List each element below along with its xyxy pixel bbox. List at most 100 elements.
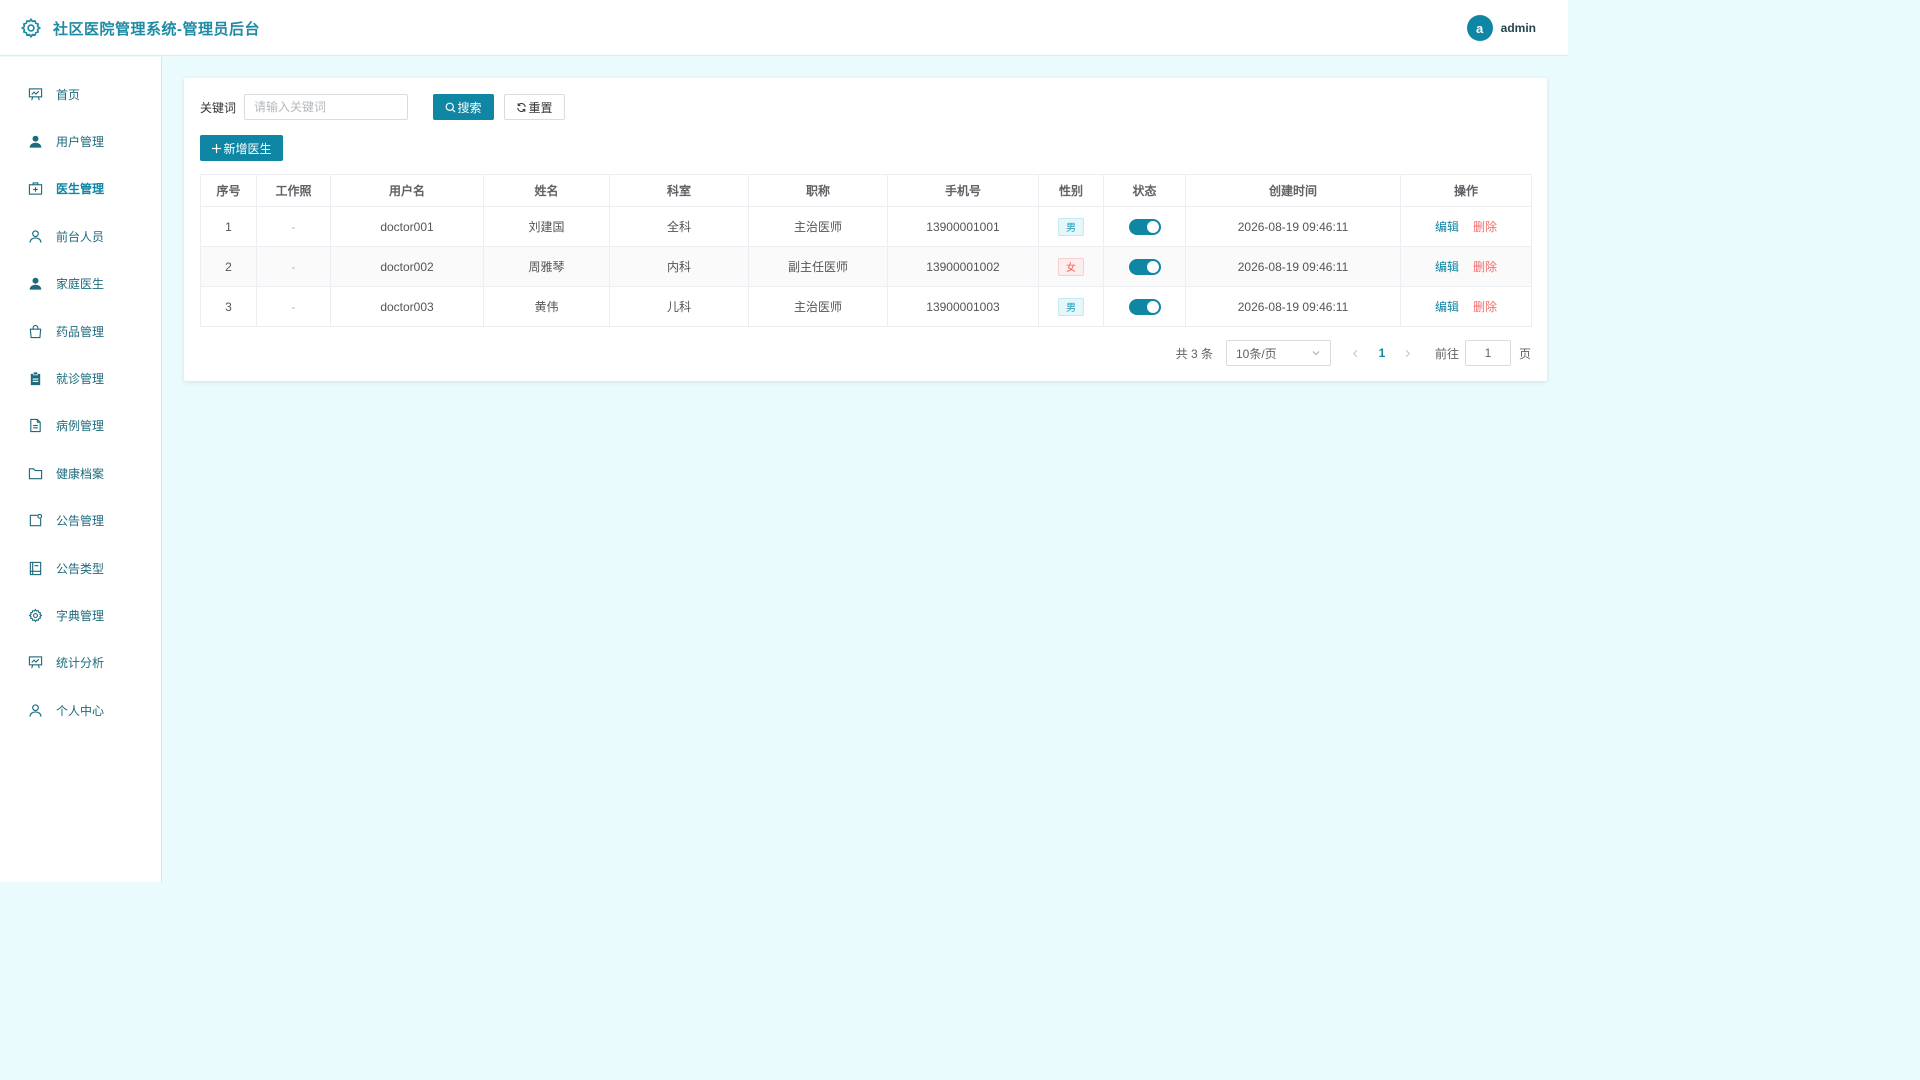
keyword-label: 关键词 — [200, 100, 237, 115]
cell-created-time: 2026-08-19 09:46:11 — [1185, 286, 1401, 327]
sidebar-item-12[interactable]: 统计分析 — [0, 643, 162, 683]
column-header: 姓名 — [483, 174, 610, 207]
sidebar-item-0[interactable]: 首页 — [0, 74, 162, 114]
cell-photo: - — [256, 286, 331, 327]
sidebar-item-10[interactable]: 公告类型 — [0, 548, 162, 588]
sidebar-item-label: 病例管理 — [56, 419, 105, 434]
sidebar-item-5[interactable]: 药品管理 — [0, 311, 162, 351]
prev-page-button[interactable] — [1343, 340, 1369, 366]
delete-link[interactable]: 删除 — [1473, 300, 1497, 314]
keyword-input[interactable] — [244, 94, 408, 120]
sidebar-item-1[interactable]: 用户管理 — [0, 121, 162, 161]
app-title: 社区医院管理系统-管理员后台 — [53, 21, 260, 38]
sidebar-item-3[interactable]: 前台人员 — [0, 216, 162, 256]
sidebar-item-label: 用户管理 — [56, 134, 105, 149]
table-row: 1 - doctor001 刘建国 全科 主治医师 13900001001 男 2026-08-… — [200, 206, 1532, 247]
cell-index: 1 — [200, 206, 257, 247]
status-toggle[interactable] — [1128, 298, 1161, 315]
presentation-icon — [28, 87, 43, 102]
cell-status — [1103, 286, 1186, 327]
sidebar-item-label: 公告管理 — [56, 514, 105, 529]
sidebar-item-2[interactable]: 医生管理 — [0, 169, 162, 209]
cell-title: 主治医师 — [748, 206, 888, 247]
chevron-down-icon — [1312, 351, 1320, 356]
cell-department: 全科 — [609, 206, 749, 247]
sidebar-item-11[interactable]: 字典管理 — [0, 595, 162, 635]
table-row: 2 - doctor002 周雅琴 内科 副主任医师 13900001002 女 2026-08… — [200, 246, 1532, 287]
search-button-label: 搜索 — [457, 100, 482, 115]
photo-placeholder: - — [291, 299, 296, 314]
cell-created-time: 2026-08-19 09:46:11 — [1185, 206, 1401, 247]
cell-index: 3 — [200, 286, 257, 327]
avatar[interactable]: a — [1466, 15, 1493, 41]
sidebar: 首页用户管理医生管理前台人员家庭医生药品管理就诊管理病例管理健康档案公告管理公告… — [0, 57, 162, 882]
column-header: 状态 — [1103, 174, 1186, 207]
add-doctor-button[interactable]: 新增医生 — [200, 135, 283, 161]
sidebar-item-4[interactable]: 家庭医生 — [0, 264, 162, 304]
top-header: 社区医院管理系统-管理员后台 a admin — [0, 0, 1568, 56]
cell-index: 2 — [200, 246, 257, 287]
page-size-select[interactable]: 10条/页 — [1225, 340, 1331, 366]
table-header-row: 序号 工作照 用户名 姓名 科室 职称 手机号 性别 状态 创建时间 操作 — [200, 174, 1532, 207]
sidebar-item-8[interactable]: 健康档案 — [0, 453, 162, 493]
next-page-button[interactable] — [1395, 340, 1421, 366]
cell-actions: 编辑 删除 — [1400, 286, 1532, 327]
sidebar-item-label: 统计分析 — [56, 656, 105, 671]
cell-phone: 13900001002 — [887, 246, 1039, 287]
user-menu[interactable]: a admin — [1466, 15, 1536, 41]
refresh-icon — [517, 102, 527, 112]
shopping-bag-icon — [28, 324, 43, 339]
delete-link[interactable]: 删除 — [1473, 260, 1497, 274]
page-number-current[interactable]: 1 — [1369, 346, 1395, 360]
notice-icon — [28, 513, 43, 528]
user-filled-icon — [28, 276, 43, 291]
goto-page-input[interactable] — [1464, 340, 1511, 366]
status-toggle[interactable] — [1128, 258, 1161, 275]
presentation-icon — [28, 655, 43, 670]
cell-actions: 编辑 删除 — [1400, 246, 1532, 287]
sidebar-item-13[interactable]: 个人中心 — [0, 690, 162, 730]
sidebar-item-7[interactable]: 病例管理 — [0, 406, 162, 446]
sidebar-item-label: 医生管理 — [56, 182, 105, 197]
cell-username: doctor003 — [330, 286, 484, 327]
gear-icon — [28, 608, 43, 623]
page-size-value: 10条/页 — [1235, 346, 1277, 361]
cell-status — [1103, 206, 1186, 247]
cell-username: doctor001 — [330, 206, 484, 247]
reset-button-label: 重置 — [528, 100, 553, 115]
delete-link[interactable]: 删除 — [1473, 220, 1497, 234]
gender-tag: 女 — [1058, 257, 1084, 276]
cell-name: 周雅琴 — [483, 246, 610, 287]
sidebar-item-label: 首页 — [56, 87, 81, 102]
sidebar-item-label: 就诊管理 — [56, 371, 105, 386]
pagination: 共 3 条 10条/页 1 前往 页 — [1176, 340, 1531, 366]
user-icon — [28, 703, 43, 718]
chevron-left-icon — [1353, 349, 1358, 357]
column-header: 用户名 — [330, 174, 484, 207]
gender-tag: 男 — [1058, 297, 1084, 316]
cell-phone: 13900001001 — [887, 206, 1039, 247]
reset-button[interactable]: 重置 — [504, 94, 565, 120]
sidebar-item-label: 家庭医生 — [56, 277, 105, 292]
plus-icon — [212, 143, 222, 153]
search-button[interactable]: 搜索 — [433, 94, 494, 120]
cell-gender: 男 — [1038, 206, 1104, 247]
sidebar-item-6[interactable]: 就诊管理 — [0, 358, 162, 398]
medical-box-icon — [28, 181, 43, 196]
edit-link[interactable]: 编辑 — [1435, 300, 1459, 314]
cell-title: 主治医师 — [748, 286, 888, 327]
username[interactable]: admin — [1501, 21, 1536, 35]
doctor-management-panel: 关键词 搜索 重置 新增医生 序号工作照用户名姓名科室职称手机 — [184, 78, 1547, 381]
cell-name: 黄伟 — [483, 286, 610, 327]
edit-link[interactable]: 编辑 — [1435, 260, 1459, 274]
cell-photo: - — [256, 206, 331, 247]
edit-link[interactable]: 编辑 — [1435, 220, 1459, 234]
column-header: 手机号 — [887, 174, 1039, 207]
gear-icon — [20, 17, 42, 39]
column-header: 操作 — [1400, 174, 1532, 207]
sidebar-item-9[interactable]: 公告管理 — [0, 501, 162, 541]
folder-icon — [28, 466, 43, 481]
cell-gender: 女 — [1038, 246, 1104, 287]
cell-actions: 编辑 删除 — [1400, 206, 1532, 247]
status-toggle[interactable] — [1128, 218, 1161, 235]
